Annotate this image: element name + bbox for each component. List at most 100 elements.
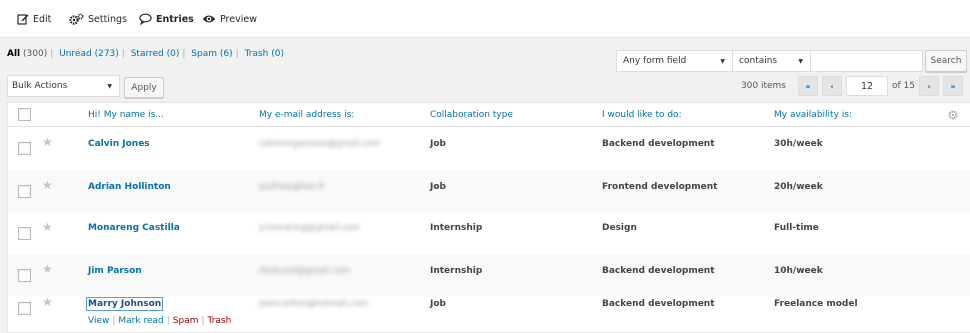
entry-email: jcmonaring@gmail.com [259,223,360,233]
table-row[interactable]: ★ Marry Johnson joancarlton@hotmail.com … [8,296,970,332]
filter-all-count: (300) [23,49,48,59]
filter-spam-label: Spam [191,49,218,59]
gears-icon [69,13,84,25]
last-page-button[interactable]: » [943,76,963,96]
separator: | [112,316,116,326]
star-icon[interactable]: ★ [42,296,53,308]
entry-collaboration: Job [430,139,446,149]
comment-icon [139,13,152,25]
filter-all[interactable]: All [7,49,20,59]
bulk-actions-value: Bulk Actions [12,81,68,91]
entries-table: Hi! My name is... My e-mail address is: … [7,102,970,333]
row-checkbox[interactable] [18,142,31,155]
nav-entries-label: Entries [156,13,194,25]
nav-preview[interactable]: Preview [202,12,257,26]
row-checkbox[interactable] [18,227,31,240]
column-availability[interactable]: My availability is: [774,110,852,120]
row-checkbox[interactable] [18,302,31,315]
star-icon[interactable]: ★ [42,136,53,148]
filter-unread-count: (273) [94,49,119,59]
operator-select[interactable]: contains ▼ [732,50,811,72]
column-collaboration[interactable]: Collaboration type [430,110,513,120]
current-page-input[interactable]: 12 [846,76,888,96]
search-button[interactable]: Search [925,50,967,72]
select-all-checkbox[interactable] [18,108,31,121]
filter-trash-count: (0) [271,49,284,59]
column-todo[interactable]: I would like to do: [602,110,682,120]
nav-edit-label: Edit [33,13,52,25]
bulk-actions-select[interactable]: Bulk Actions ▼ [7,75,120,97]
table-header: Hi! My name is... My e-mail address is: … [8,103,970,127]
entry-availability: Freelance model [774,299,858,309]
mark-read-link[interactable]: Mark read [118,316,163,326]
entry-email: audinos@live.fr [259,182,326,192]
star-icon[interactable]: ★ [42,179,53,191]
entry-todo: Frontend development [602,182,718,192]
separator: | [235,49,239,59]
nav-settings[interactable]: Settings [69,12,127,26]
field-select-value: Any form field [623,56,687,66]
column-email[interactable]: My e-mail address is: [259,110,354,120]
operator-select-value: contains [739,56,778,66]
entry-collaboration: Job [430,299,446,309]
gear-icon[interactable] [948,110,958,120]
form-navigation: Edit Settings Entries Preview [0,0,970,38]
entry-email: calvinorganssas@gmail.com [259,139,381,149]
view-link[interactable]: View [88,316,109,326]
star-icon[interactable]: ★ [42,263,53,275]
apply-button[interactable]: Apply [124,77,164,98]
filter-spam-count: (6) [219,49,233,59]
entry-todo: Backend development [602,299,715,309]
caret-down-icon: ▼ [720,58,725,65]
entry-name-link[interactable]: Adrian Hollinton [88,182,171,192]
nav-settings-label: Settings [88,13,127,25]
entry-collaboration: Internship [430,223,483,233]
first-page-button[interactable]: « [798,76,818,96]
row-actions: View | Mark read | Spam | Trash [88,316,231,326]
trash-link[interactable]: Trash [208,316,232,326]
entry-email: dimtcord@gmail.com [259,266,350,276]
filter-unread[interactable]: Unread (273) [59,49,119,59]
filter-trash-label: Trash [244,49,269,59]
separator: | [166,316,170,326]
row-checkbox[interactable] [18,269,31,282]
entry-availability: 20h/week [774,182,823,192]
table-row[interactable]: ★ Monareng Castilla jcmonaring@gmail.com… [8,212,970,254]
nav-entries[interactable]: Entries [139,12,194,26]
separator: | [182,49,186,59]
separator: | [121,49,125,59]
separator: | [201,316,205,326]
filter-trash[interactable]: Trash (0) [245,49,284,59]
status-filters: All (300) | Unread (273) | Starred (0) | Sp… [7,49,284,59]
filter-starred-count: (0) [166,49,180,59]
entry-name-link[interactable]: Marry Johnson [85,297,164,311]
table-row[interactable]: ★ Adrian Hollinton audinos@live.fr Job F… [8,170,970,212]
spam-link[interactable]: Spam [173,316,199,326]
entry-name-link[interactable]: Jim Parson [88,266,142,276]
nav-edit[interactable]: Edit [17,12,51,26]
entry-availability: Full-time [774,223,819,233]
search-input[interactable] [810,50,923,72]
row-checkbox[interactable] [18,185,31,198]
next-page-button[interactable]: › [919,76,939,96]
filter-spam[interactable]: Spam (6) [191,49,232,59]
eye-icon [202,15,216,23]
filter-unread-label: Unread [59,49,92,59]
filter-starred[interactable]: Starred (0) [131,49,180,59]
entry-todo: Backend development [602,266,715,276]
column-name[interactable]: Hi! My name is... [88,110,164,120]
entry-availability: 10h/week [774,266,823,276]
prev-page-button[interactable]: ‹ [822,76,842,96]
entry-todo: Design [602,223,637,233]
field-select[interactable]: Any form field ▼ [616,50,733,72]
entry-name-link[interactable]: Monareng Castilla [88,223,180,233]
table-row[interactable]: ★ Calvin Jones calvinorganssas@gmail.com… [8,128,970,170]
entry-todo: Backend development [602,139,715,149]
edit-icon [17,14,29,25]
total-pages: of 15 [892,81,915,91]
entry-collaboration: Job [430,182,446,192]
entry-name-link[interactable]: Calvin Jones [88,139,150,149]
entry-email: joancarlton@hotmail.com [259,299,369,309]
star-icon[interactable]: ★ [42,221,53,233]
table-row[interactable]: ★ Jim Parson dimtcord@gmail.com Internsh… [8,254,970,296]
